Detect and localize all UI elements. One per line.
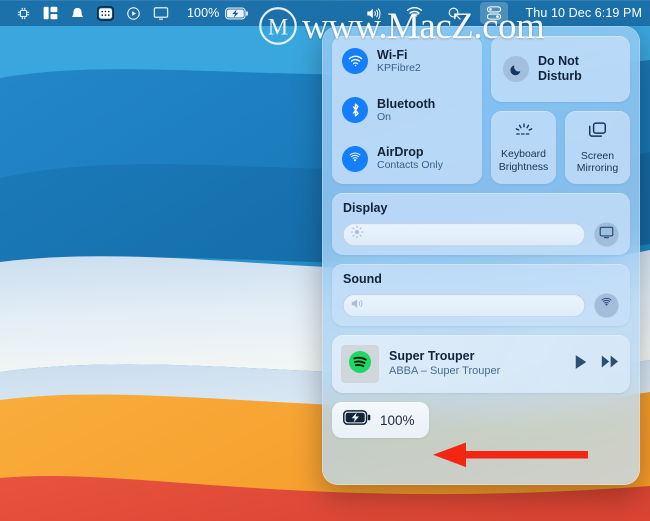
control-center-panel: Wi-Fi KPFibre2 Bluetooth On bbox=[322, 26, 640, 485]
screen-mirroring-icon bbox=[587, 121, 608, 145]
grid-app-icon[interactable] bbox=[91, 2, 120, 24]
track-title: Super Trouper bbox=[389, 349, 564, 364]
connectivity-card: Wi-Fi KPFibre2 Bluetooth On bbox=[332, 36, 482, 184]
kb-line1: Keyboard bbox=[501, 148, 546, 160]
display-brightness-slider[interactable] bbox=[343, 223, 585, 246]
cpu-monitor-icon[interactable] bbox=[10, 2, 37, 24]
airdrop-subtitle: Contacts Only bbox=[377, 160, 443, 172]
screen-mirroring-tile[interactable]: Screen Mirroring bbox=[565, 111, 630, 184]
speaker-icon bbox=[350, 297, 366, 315]
dnd-line1: Do Not bbox=[538, 54, 579, 68]
playback-controls bbox=[574, 354, 619, 375]
sound-volume-slider[interactable] bbox=[343, 294, 585, 317]
display-card: Display bbox=[332, 193, 630, 255]
bluetooth-text: Bluetooth On bbox=[377, 97, 435, 124]
brightness-icon bbox=[350, 225, 364, 244]
do-not-disturb-tile[interactable]: Do Not Disturb bbox=[491, 36, 630, 102]
sound-slider-row bbox=[343, 293, 619, 318]
battery-percent-label: 100% bbox=[380, 413, 415, 428]
volume-icon[interactable] bbox=[359, 2, 388, 24]
bluetooth-title: Bluetooth bbox=[377, 97, 435, 111]
wifi-text: Wi-Fi KPFibre2 bbox=[377, 48, 421, 75]
airplay-audio-icon bbox=[599, 296, 614, 316]
display-slider-row bbox=[343, 222, 619, 247]
menubar-datetime[interactable]: Thu 10 Dec 6:19 PM bbox=[526, 6, 642, 20]
do-not-disturb-label: Do Not Disturb bbox=[538, 54, 582, 84]
bluetooth-icon bbox=[342, 97, 368, 123]
menu-bar-right-items: Thu 10 Dec 6:19 PM bbox=[359, 2, 650, 24]
keyboard-brightness-tile[interactable]: Keyboard Brightness bbox=[491, 111, 556, 184]
track-subtitle: ABBA – Super Trouper bbox=[389, 365, 564, 378]
play-icon[interactable] bbox=[574, 354, 588, 375]
battery-pill[interactable]: 100% bbox=[332, 402, 429, 438]
menubar-battery-percent: 100% bbox=[187, 6, 219, 20]
panels-icon[interactable] bbox=[37, 2, 64, 24]
bluetooth-toggle-row[interactable]: Bluetooth On bbox=[342, 97, 472, 124]
display-monitor-icon bbox=[599, 226, 614, 244]
battery-charging-icon bbox=[343, 410, 371, 430]
airdrop-title: AirDrop bbox=[377, 145, 443, 159]
sm-line2: Mirroring bbox=[577, 162, 618, 174]
wifi-icon bbox=[342, 48, 368, 74]
menu-bar-left-items: 100% bbox=[0, 2, 255, 24]
wifi-toggle-row[interactable]: Wi-Fi KPFibre2 bbox=[342, 48, 472, 75]
search-icon[interactable] bbox=[441, 2, 468, 24]
screen-mirroring-label: Screen Mirroring bbox=[577, 150, 618, 175]
sound-card: Sound bbox=[332, 264, 630, 326]
bluetooth-subtitle: On bbox=[377, 112, 435, 124]
play-circle-icon[interactable] bbox=[120, 2, 147, 24]
battery-charging-icon[interactable] bbox=[219, 2, 255, 24]
sound-title: Sound bbox=[343, 272, 619, 286]
airdrop-toggle-row[interactable]: AirDrop Contacts Only bbox=[342, 145, 472, 172]
display-icon[interactable] bbox=[147, 2, 175, 24]
now-playing-card: Super Trouper ABBA – Super Trouper bbox=[332, 335, 630, 393]
bell-icon[interactable] bbox=[64, 2, 91, 24]
now-playing-text: Super Trouper ABBA – Super Trouper bbox=[389, 349, 564, 378]
display-monitor-button[interactable] bbox=[594, 222, 619, 247]
dnd-line2: Disturb bbox=[538, 69, 582, 83]
moon-icon bbox=[503, 56, 529, 82]
wifi-icon[interactable] bbox=[400, 2, 429, 24]
airdrop-icon bbox=[342, 146, 368, 172]
wifi-title: Wi-Fi bbox=[377, 48, 421, 62]
airdrop-text: AirDrop Contacts Only bbox=[377, 145, 443, 172]
control-center-icon[interactable] bbox=[480, 2, 508, 24]
keyboard-brightness-label: Keyboard Brightness bbox=[499, 148, 549, 173]
sm-line1: Screen bbox=[581, 150, 614, 162]
spotify-icon bbox=[348, 350, 372, 379]
fast-forward-icon[interactable] bbox=[601, 354, 619, 374]
keyboard-brightness-icon bbox=[512, 122, 536, 143]
display-title: Display bbox=[343, 201, 619, 215]
control-center-right-column: Do Not Disturb bbox=[491, 36, 630, 184]
control-center-top-row: Wi-Fi KPFibre2 Bluetooth On bbox=[332, 36, 630, 184]
menu-bar: 100% bbox=[0, 0, 650, 26]
kb-line2: Brightness bbox=[499, 161, 549, 173]
album-art bbox=[341, 345, 379, 383]
battery-row: 100% bbox=[332, 402, 630, 475]
quick-tiles-row: Keyboard Brightness Screen Mirroring bbox=[491, 111, 630, 184]
airplay-audio-button[interactable] bbox=[594, 293, 619, 318]
wifi-subtitle: KPFibre2 bbox=[377, 63, 421, 75]
